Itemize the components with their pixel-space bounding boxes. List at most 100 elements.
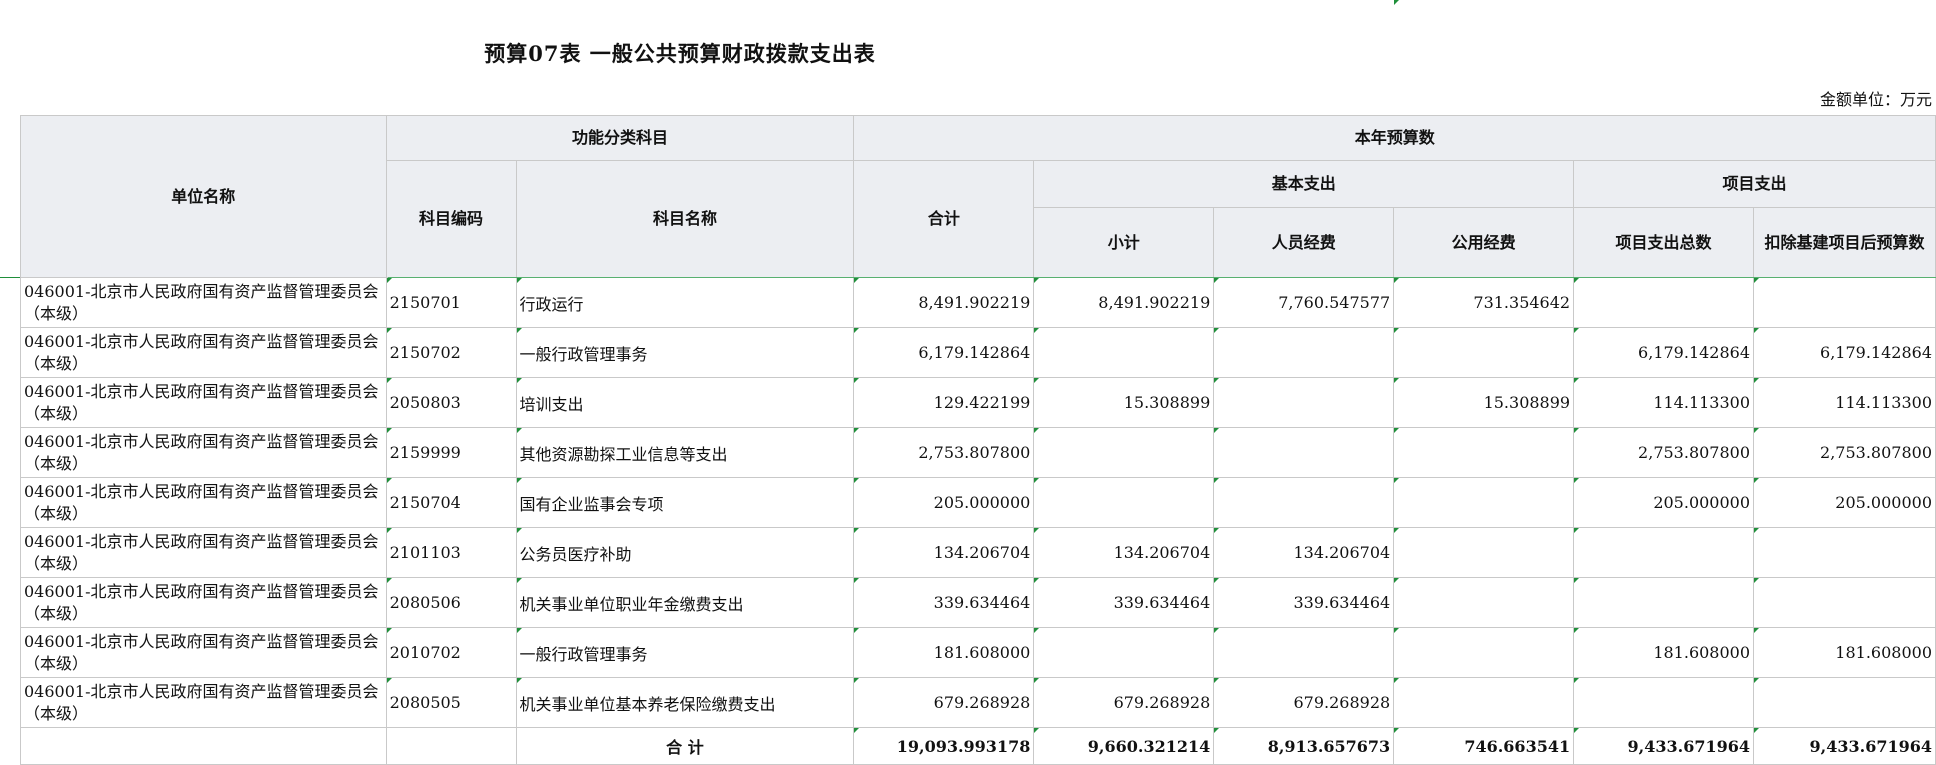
header-func-category[interactable]: 功能分类科目: [385, 115, 855, 161]
project-total-cell[interactable]: 6,179.142864: [1573, 327, 1755, 378]
project-ex-capital-cell[interactable]: [1753, 677, 1936, 728]
project-ex-capital-cell[interactable]: 2,753.807800: [1753, 427, 1936, 478]
unit-name-cell[interactable]: 046001-北京市人民政府国有资产监督管理委员会（本级）: [20, 277, 387, 328]
subject-code-cell[interactable]: 2150704: [385, 477, 517, 528]
subject-code-cell[interactable]: 2010702: [385, 627, 517, 678]
header-budget-this-year[interactable]: 本年预算数: [853, 115, 1936, 161]
subtotal-cell[interactable]: [1033, 327, 1215, 378]
table-row[interactable]: 046001-北京市人民政府国有资产监督管理委员会（本级） 2150702 一般行政…: [20, 327, 1936, 378]
unit-name-cell[interactable]: 046001-北京市人民政府国有资产监督管理委员会（本级）: [20, 327, 387, 378]
table-row[interactable]: 046001-北京市人民政府国有资产监督管理委员会（本级） 2080505 机关事业…: [20, 677, 1936, 728]
subtotal-cell[interactable]: 339.634464: [1033, 577, 1215, 628]
table-row[interactable]: 046001-北京市人民政府国有资产监督管理委员会（本级） 2101103 公务员医…: [20, 527, 1936, 578]
unit-name-cell[interactable]: 046001-北京市人民政府国有资产监督管理委员会（本级）: [20, 477, 387, 528]
public-funds-cell[interactable]: [1393, 477, 1575, 528]
subject-code-cell[interactable]: 2080506: [385, 577, 517, 628]
total-code-cell[interactable]: [385, 727, 517, 765]
subject-code-cell[interactable]: 2150701: [385, 277, 517, 328]
subject-name-cell[interactable]: 机关事业单位职业年金缴费支出: [515, 577, 855, 628]
public-funds-cell[interactable]: [1393, 577, 1575, 628]
subtotal-cell[interactable]: [1033, 477, 1215, 528]
subject-name-cell[interactable]: 行政运行: [515, 277, 855, 328]
personnel-cell[interactable]: [1213, 627, 1395, 678]
subject-code-cell[interactable]: 2050803: [385, 377, 517, 428]
unit-name-cell[interactable]: 046001-北京市人民政府国有资产监督管理委员会（本级）: [20, 427, 387, 478]
project-total-cell[interactable]: 181.608000: [1573, 627, 1755, 678]
table-row[interactable]: 046001-北京市人民政府国有资产监督管理委员会（本级） 2010702 一般行政…: [20, 627, 1936, 678]
project-total-cell[interactable]: 114.113300: [1573, 377, 1755, 428]
public-funds-cell[interactable]: [1393, 527, 1575, 578]
personnel-cell[interactable]: 7,760.547577: [1213, 277, 1395, 328]
project-total-cell[interactable]: [1573, 277, 1755, 328]
total-cell[interactable]: 679.268928: [853, 677, 1035, 728]
total-cell[interactable]: 6,179.142864: [853, 327, 1035, 378]
total-personnel-cell[interactable]: 8,913.657673: [1213, 727, 1395, 765]
subtotal-cell[interactable]: 15.308899: [1033, 377, 1215, 428]
project-total-cell[interactable]: 2,753.807800: [1573, 427, 1755, 478]
subject-code-cell[interactable]: 2159999: [385, 427, 517, 478]
subtotal-cell[interactable]: [1033, 427, 1215, 478]
total-public-cell[interactable]: 746.663541: [1393, 727, 1575, 765]
table-row[interactable]: 046001-北京市人民政府国有资产监督管理委员会（本级） 2159999 其他资源…: [20, 427, 1936, 478]
header-project-total[interactable]: 项目支出总数: [1573, 207, 1755, 278]
total-proj-ex-cell[interactable]: 9,433.671964: [1753, 727, 1936, 765]
project-total-cell[interactable]: 205.000000: [1573, 477, 1755, 528]
subtotal-cell[interactable]: 8,491.902219: [1033, 277, 1215, 328]
public-funds-cell[interactable]: [1393, 677, 1575, 728]
subject-code-cell[interactable]: 2080505: [385, 677, 517, 728]
total-row[interactable]: 合 计 19,093.993178 9,660.321214 8,913.657…: [20, 727, 1936, 765]
subject-name-cell[interactable]: 培训支出: [515, 377, 855, 428]
project-ex-capital-cell[interactable]: [1753, 277, 1936, 328]
unit-name-cell[interactable]: 046001-北京市人民政府国有资产监督管理委员会（本级）: [20, 677, 387, 728]
header-public-funds[interactable]: 公用经费: [1393, 207, 1575, 278]
public-funds-cell[interactable]: [1393, 627, 1575, 678]
public-funds-cell[interactable]: 731.354642: [1393, 277, 1575, 328]
header-unit-name[interactable]: 单位名称: [20, 115, 387, 278]
personnel-cell[interactable]: [1213, 327, 1395, 378]
project-ex-capital-cell[interactable]: 205.000000: [1753, 477, 1936, 528]
subject-code-cell[interactable]: 2101103: [385, 527, 517, 578]
subject-name-cell[interactable]: 一般行政管理事务: [515, 627, 855, 678]
header-project-ex-capital[interactable]: 扣除基建项目后预算数: [1753, 207, 1936, 278]
total-sum-cell[interactable]: 19,093.993178: [853, 727, 1035, 765]
table-row[interactable]: 046001-北京市人民政府国有资产监督管理委员会（本级） 2050803 培训支出…: [20, 377, 1936, 428]
project-total-cell[interactable]: [1573, 527, 1755, 578]
total-cell[interactable]: 129.422199: [853, 377, 1035, 428]
project-ex-capital-cell[interactable]: [1753, 577, 1936, 628]
personnel-cell[interactable]: 134.206704: [1213, 527, 1395, 578]
total-cell[interactable]: 8,491.902219: [853, 277, 1035, 328]
table-row[interactable]: 046001-北京市人民政府国有资产监督管理委员会（本级） 2080506 机关事业…: [20, 577, 1936, 628]
project-total-cell[interactable]: [1573, 577, 1755, 628]
personnel-cell[interactable]: [1213, 477, 1395, 528]
unit-name-cell[interactable]: 046001-北京市人民政府国有资产监督管理委员会（本级）: [20, 627, 387, 678]
subtotal-cell[interactable]: 679.268928: [1033, 677, 1215, 728]
unit-name-cell[interactable]: 046001-北京市人民政府国有资产监督管理委员会（本级）: [20, 527, 387, 578]
project-ex-capital-cell[interactable]: [1753, 527, 1936, 578]
total-unit-cell[interactable]: [20, 727, 387, 765]
total-label[interactable]: 合 计: [515, 727, 855, 765]
subject-code-cell[interactable]: 2150702: [385, 327, 517, 378]
total-cell[interactable]: 134.206704: [853, 527, 1035, 578]
unit-name-cell[interactable]: 046001-北京市人民政府国有资产监督管理委员会（本级）: [20, 577, 387, 628]
header-subtotal[interactable]: 小计: [1033, 207, 1215, 278]
subtotal-cell[interactable]: 134.206704: [1033, 527, 1215, 578]
public-funds-cell[interactable]: [1393, 327, 1575, 378]
personnel-cell[interactable]: 679.268928: [1213, 677, 1395, 728]
header-basic-expense[interactable]: 基本支出: [1033, 160, 1575, 208]
table-row[interactable]: 046001-北京市人民政府国有资产监督管理委员会（本级） 2150701 行政运行…: [20, 277, 1936, 328]
header-personnel[interactable]: 人员经费: [1213, 207, 1395, 278]
header-project-expense[interactable]: 项目支出: [1573, 160, 1936, 208]
header-subject-code[interactable]: 科目编码: [385, 160, 517, 278]
project-ex-capital-cell[interactable]: 114.113300: [1753, 377, 1936, 428]
total-cell[interactable]: 2,753.807800: [853, 427, 1035, 478]
personnel-cell[interactable]: [1213, 427, 1395, 478]
subject-name-cell[interactable]: 国有企业监事会专项: [515, 477, 855, 528]
total-cell[interactable]: 205.000000: [853, 477, 1035, 528]
subtotal-cell[interactable]: [1033, 627, 1215, 678]
subject-name-cell[interactable]: 机关事业单位基本养老保险缴费支出: [515, 677, 855, 728]
personnel-cell[interactable]: 339.634464: [1213, 577, 1395, 628]
personnel-cell[interactable]: [1213, 377, 1395, 428]
total-cell[interactable]: 181.608000: [853, 627, 1035, 678]
total-cell[interactable]: 339.634464: [853, 577, 1035, 628]
subject-name-cell[interactable]: 其他资源勘探工业信息等支出: [515, 427, 855, 478]
